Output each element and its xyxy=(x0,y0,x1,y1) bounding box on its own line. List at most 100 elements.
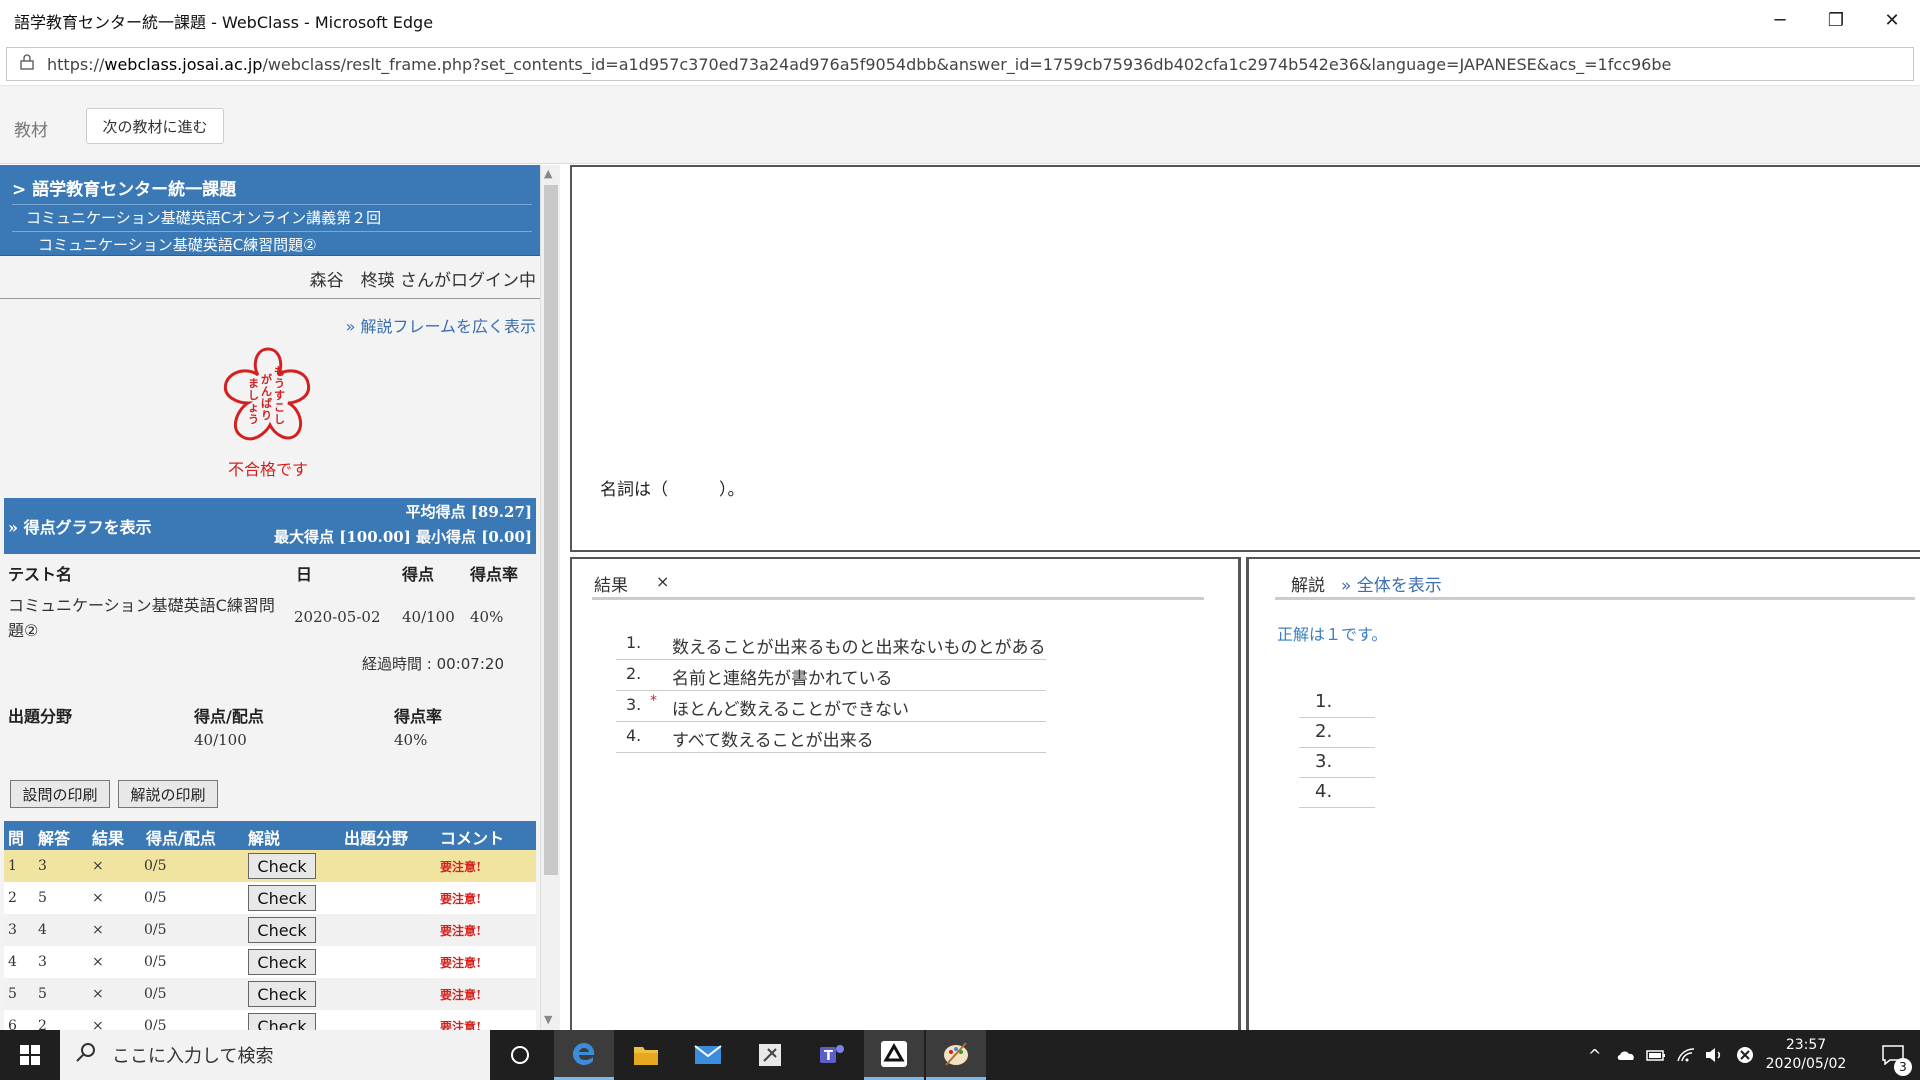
close-button[interactable]: ✕ xyxy=(1864,0,1920,41)
list-item: 1. xyxy=(1299,687,1375,718)
header-score: 得点 xyxy=(402,565,435,584)
test-name: コミュニケーション基礎英語C練習問題② xyxy=(8,596,275,640)
widen-explanation-link[interactable]: » 解説フレームを広く表示 xyxy=(0,299,540,337)
check-button[interactable]: Check xyxy=(248,853,316,879)
sakura-stamp-icon: もうすこし がんばり ましょう xyxy=(208,341,328,461)
battery-icon[interactable] xyxy=(1646,1030,1666,1080)
comment-warning: 要注意! xyxy=(440,988,482,1002)
list-item: 1. 数えることが出来るものと出来ないものとがある xyxy=(616,629,1046,660)
header-field-score: 得点/配点 xyxy=(194,707,264,726)
search-placeholder: ここに入力して検索 xyxy=(112,1046,274,1067)
table-row: 6 2 × 0/5 Check 要注意! xyxy=(4,1010,536,1030)
max-min-score: 最大得点 [100.00] 最小得点 [0.00] xyxy=(274,528,532,546)
show-score-graph-link[interactable]: » 得点グラフを表示 xyxy=(8,514,152,538)
list-item: 2. xyxy=(1299,717,1375,748)
window-title: 語学教育センター統一課題 - WebClass - Microsoft Edge xyxy=(14,12,434,32)
question-frame: 名詞は（ ）。 xyxy=(570,165,1920,552)
list-item: 3. xyxy=(1299,747,1375,778)
table-row: 4 3 × 0/5 Check 要注意! xyxy=(4,946,536,978)
breadcrumb-test[interactable]: コミュニケーション基礎英語C練習問題② xyxy=(12,231,532,255)
sidebar-scrollbar[interactable]: ▲ ▼ xyxy=(540,165,560,1030)
input-method-icon[interactable] xyxy=(1736,1030,1754,1080)
onedrive-icon[interactable] xyxy=(1616,1030,1636,1080)
clock-time: 23:57 xyxy=(1785,1037,1827,1053)
score-summary: » 得点グラフを表示 平均得点 [89.27] 最大得点 [100.00] 最小… xyxy=(4,498,536,554)
list-item-selected: 3. * ほとんど数えることができない xyxy=(616,691,1046,722)
edge-browser-icon[interactable] xyxy=(554,1030,614,1080)
result-frame: 結果 × 1. 数えることが出来るものと出来ないものとがある 2. 名前と連絡先… xyxy=(570,557,1241,1032)
taskbar-clock[interactable]: 23:57 2020/05/02 xyxy=(1764,1036,1848,1074)
header-test-name: テスト名 xyxy=(8,565,73,584)
svg-text:が: が xyxy=(261,372,272,386)
title-bar: 語学教育センター統一課題 - WebClass - Microsoft Edge… xyxy=(0,0,1920,41)
col-comment: コメント xyxy=(440,829,505,848)
webclass-app-icon[interactable] xyxy=(864,1030,924,1080)
materials-label: 教材 xyxy=(14,121,48,141)
volume-icon[interactable] xyxy=(1704,1030,1724,1080)
comment-warning: 要注意! xyxy=(440,956,482,970)
comment-warning: 要注意! xyxy=(440,860,482,874)
fail-text: 不合格です xyxy=(227,460,308,479)
teams-icon[interactable]: T xyxy=(802,1030,862,1080)
question-table: 問 解答 結果 得点/配点 解説 出題分野 コメント 1 3 × 0/5 Che… xyxy=(4,821,536,1030)
minimize-button[interactable]: ─ xyxy=(1752,0,1808,41)
snipping-tool-icon[interactable] xyxy=(740,1030,800,1080)
restore-button[interactable]: ❐ xyxy=(1808,0,1864,41)
breadcrumb-lecture[interactable]: コミュニケーション基礎英語Cオンライン講義第２回 xyxy=(12,204,532,228)
comment-warning: 要注意! xyxy=(440,1020,482,1030)
scrollbar-thumb[interactable] xyxy=(544,185,558,875)
windows-start-icon[interactable] xyxy=(0,1030,60,1080)
url-field[interactable]: https://webclass.josai.ac.jp/webclass/re… xyxy=(6,47,1914,81)
comment-warning: 要注意! xyxy=(440,892,482,906)
elapsed-time: 経過時間 : 00:07:20 xyxy=(362,655,504,673)
check-button[interactable]: Check xyxy=(248,1013,316,1030)
print-explanations-button[interactable]: 解説の印刷 xyxy=(118,780,218,808)
lock-icon xyxy=(7,54,47,74)
field-score: 40/100 xyxy=(194,731,247,749)
check-button[interactable]: Check xyxy=(248,949,316,975)
paint-icon[interactable] xyxy=(926,1030,986,1080)
col-no: 問 xyxy=(8,829,25,848)
wifi-icon[interactable] xyxy=(1676,1030,1696,1080)
notification-center-icon[interactable]: 3 xyxy=(1866,1030,1920,1080)
task-view-icon[interactable] xyxy=(490,1030,550,1080)
print-questions-button[interactable]: 設問の印刷 xyxy=(10,780,110,808)
mail-icon[interactable] xyxy=(678,1030,738,1080)
table-row: 2 5 × 0/5 Check 要注意! xyxy=(4,882,536,914)
show-all-link[interactable]: » 全体を表示 xyxy=(1341,571,1442,596)
search-icon xyxy=(60,1042,112,1068)
svg-text:り: り xyxy=(261,409,272,422)
divider xyxy=(592,597,1204,600)
test-rate: 40% xyxy=(470,608,504,626)
incorrect-mark: × xyxy=(656,572,670,591)
table-row: 1 3 × 0/5 Check 要注意! xyxy=(4,850,536,882)
scroll-down-icon[interactable]: ▼ xyxy=(544,1013,552,1026)
header-field: 出題分野 xyxy=(8,707,73,726)
login-status: 森谷 柊瑛 さんがログイン中 xyxy=(0,256,540,299)
question-text: 名詞は（ ）。 xyxy=(600,480,745,500)
header-rate: 得点率 xyxy=(470,565,519,584)
question-table-header: 問 解答 結果 得点/配点 解説 出題分野 コメント xyxy=(4,821,536,850)
check-button[interactable]: Check xyxy=(248,917,316,943)
taskbar: ここに入力して検索 T ^ 23:57 2020/05/02 3 xyxy=(0,1030,1920,1080)
average-score: 平均得点 [89.27] xyxy=(405,503,532,521)
col-score: 得点/配点 xyxy=(146,829,216,848)
col-answer: 解答 xyxy=(38,829,71,848)
address-bar: https://webclass.josai.ac.jp/webclass/re… xyxy=(0,41,1920,86)
taskbar-search[interactable]: ここに入力して検索 xyxy=(60,1030,490,1080)
content-toolbar: 教材 次の教材に進む xyxy=(0,86,1920,164)
col-result: 結果 xyxy=(92,829,125,848)
next-material-button[interactable]: 次の教材に進む xyxy=(86,108,224,144)
show-hidden-icons-icon[interactable]: ^ xyxy=(1588,1030,1601,1080)
check-button[interactable]: Check xyxy=(248,981,316,1007)
test-score: 40/100 xyxy=(402,608,455,626)
breadcrumb-course[interactable]: > 語学教育センター統一課題 xyxy=(12,175,532,200)
col-field: 出題分野 xyxy=(344,829,409,848)
check-button[interactable]: Check xyxy=(248,885,316,911)
list-item: 4. すべて数えることが出来る xyxy=(616,722,1046,753)
table-row: 3 4 × 0/5 Check 要注意! xyxy=(4,914,536,946)
scroll-up-icon[interactable]: ▲ xyxy=(544,167,552,180)
file-explorer-icon[interactable] xyxy=(616,1030,676,1080)
list-item: 2. 名前と連絡先が書かれている xyxy=(616,660,1046,691)
result-title: 結果 xyxy=(594,576,628,596)
